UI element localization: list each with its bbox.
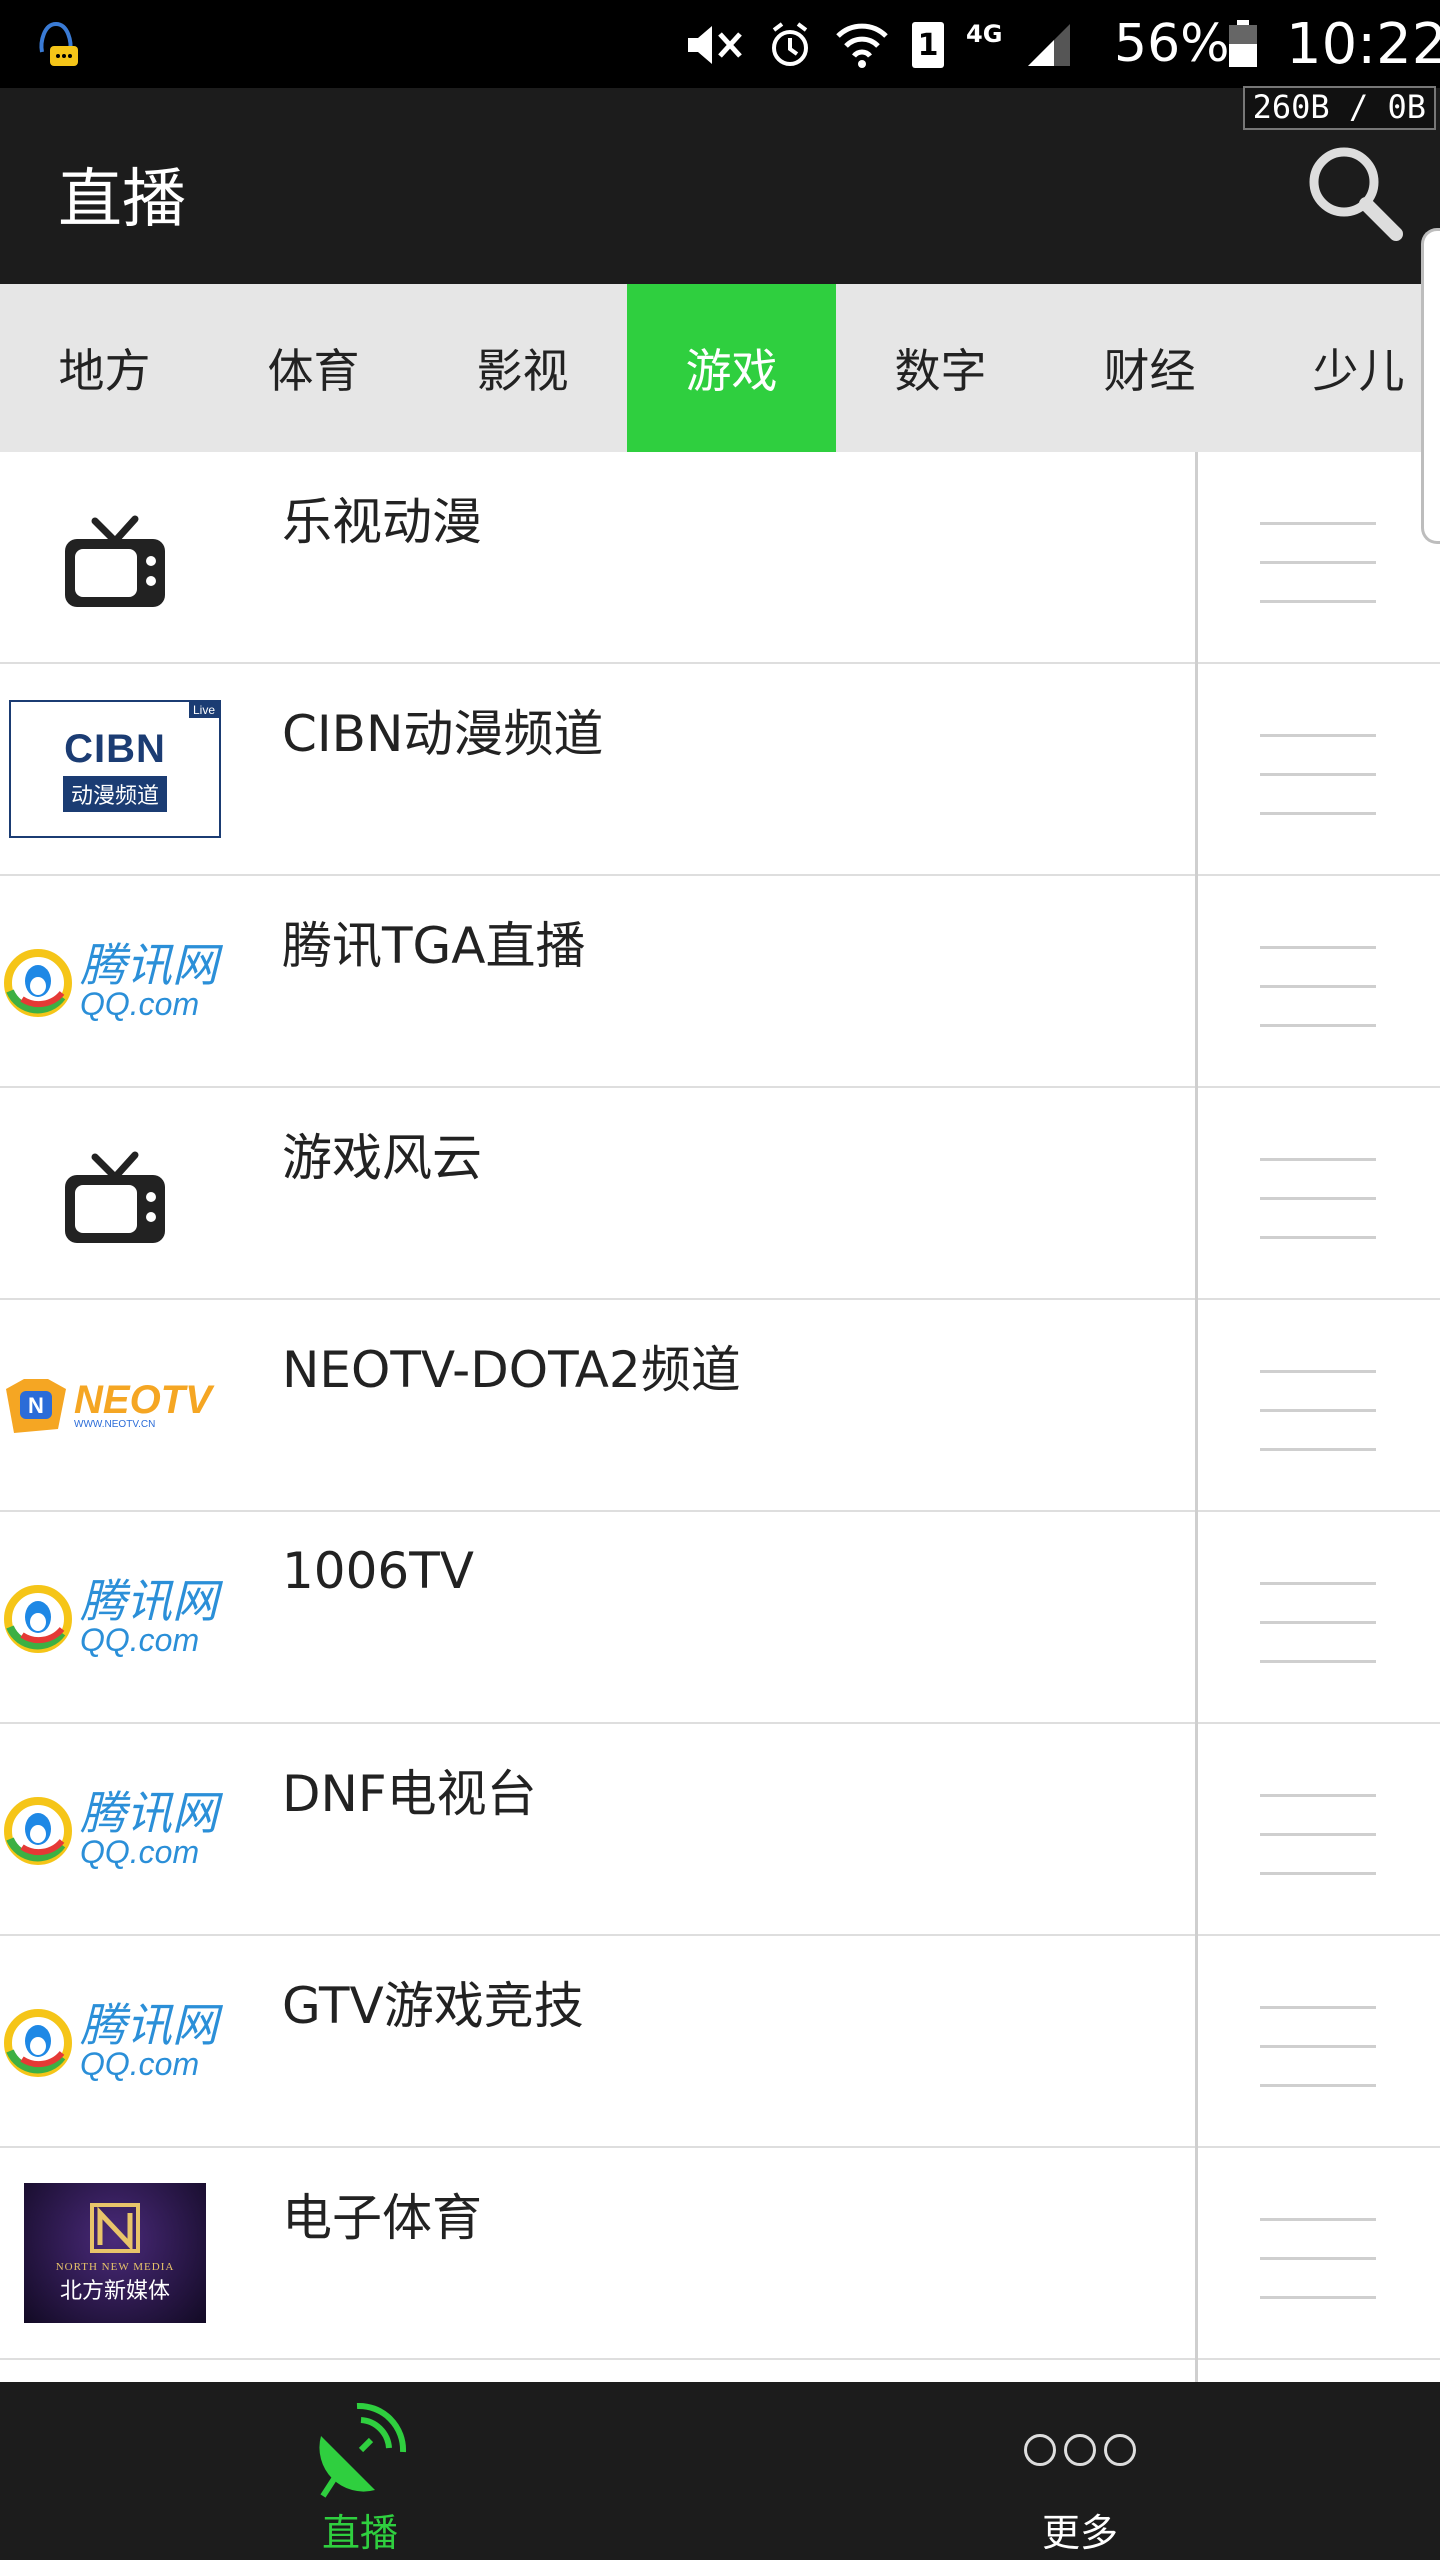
program-list-icon[interactable]	[1260, 2006, 1376, 2087]
program-list-icon[interactable]	[1260, 1370, 1376, 1451]
qq-logo: 腾讯网 QQ.com	[0, 1790, 230, 1868]
qq-logo: 腾讯网 QQ.com	[0, 942, 230, 1020]
channel-row[interactable]: N NEOTV WWW.NEOTV.CN NEOTV-DOTA2频道	[0, 1300, 1440, 1512]
qq-notification-icon	[39, 21, 78, 66]
wifi-icon	[836, 23, 888, 68]
neotv-mascot-icon: N	[6, 1379, 66, 1433]
tv-icon	[65, 1151, 165, 1243]
mute-icon	[688, 26, 742, 64]
qq-logo: 腾讯网 QQ.com	[0, 1578, 230, 1656]
page-title: 直播	[58, 163, 186, 237]
satellite-dish-icon	[319, 2402, 407, 2498]
bottom-nav: 直播 更多	[0, 2382, 1440, 2560]
channel-name: DNF电视台	[282, 1765, 537, 1823]
channel-name: 1006TV	[282, 1542, 474, 1600]
nav-more[interactable]: 更多	[930, 2382, 1230, 2560]
tv-icon	[65, 515, 165, 607]
channel-logo: CIBN 动漫频道 Live	[0, 688, 230, 850]
alarm-icon	[772, 22, 808, 66]
program-list-icon[interactable]	[1260, 1158, 1376, 1239]
north-media-emblem-icon	[90, 2203, 140, 2253]
nav-more-label: 更多	[1041, 2511, 1118, 2555]
channel-name: NEOTV-DOTA2频道	[282, 1341, 741, 1399]
channel-row[interactable]: CIBN 动漫频道 Live CIBN动漫频道	[0, 664, 1440, 876]
list-divider	[1195, 452, 1198, 2382]
tab-2[interactable]: 影视	[418, 284, 627, 452]
battery-percent: 56%	[1114, 14, 1230, 74]
channel-name: GTV游戏竞技	[282, 1977, 584, 2035]
app-bar: 直播	[0, 88, 1440, 284]
tab-0[interactable]: 地方	[0, 284, 209, 452]
neotv-logo: N NEOTV WWW.NEOTV.CN	[0, 1369, 230, 1441]
qq-penguin-icon	[4, 2009, 72, 2077]
program-list-icon[interactable]	[1260, 734, 1376, 815]
channel-row[interactable]: 腾讯网 QQ.com 腾讯TGA直播	[0, 876, 1440, 1088]
program-list-icon[interactable]	[1260, 522, 1376, 603]
battery-icon	[1229, 20, 1257, 67]
qq-penguin-icon	[4, 1585, 72, 1653]
qq-penguin-icon	[4, 949, 72, 1017]
tab-4[interactable]: 数字	[836, 284, 1045, 452]
tab-6[interactable]: 少儿	[1254, 284, 1440, 452]
cibn-logo: CIBN 动漫频道 Live	[9, 700, 221, 838]
clock: 10:22	[1286, 12, 1440, 77]
search-icon[interactable]	[1300, 138, 1410, 248]
status-bar: 1 4G 56% 10:22	[0, 0, 1440, 88]
channel-name: 游戏风云	[282, 1129, 482, 1187]
program-list-icon[interactable]	[1260, 1582, 1376, 1663]
channel-row[interactable]: 乐视动漫	[0, 452, 1440, 664]
qq-penguin-icon	[4, 1797, 72, 1865]
channel-logo	[0, 476, 230, 638]
sim-slot-icon: 1	[912, 22, 944, 68]
network-type: 4G	[966, 20, 1003, 48]
channel-row[interactable]: 游戏风云	[0, 1088, 1440, 1300]
program-list-icon[interactable]	[1260, 2218, 1376, 2299]
category-tabs: 地方 体育 影视 游戏 数字 财经 少儿	[0, 284, 1440, 452]
qq-logo: 腾讯网 QQ.com	[0, 2002, 230, 2080]
channel-name: 电子体育	[282, 2189, 482, 2247]
channel-row[interactable]: 腾讯网 QQ.com GTV游戏竞技	[0, 1936, 1440, 2148]
channel-name: 乐视动漫	[282, 493, 482, 551]
tab-1[interactable]: 体育	[209, 284, 418, 452]
svg-text:N: N	[28, 1393, 44, 1418]
channel-row[interactable]: 腾讯网 QQ.com 1006TV	[0, 1512, 1440, 1724]
channel-list: 乐视动漫 CIBN 动漫频道 Live CIBN动漫频道腾讯网 QQ.com 腾讯TGA直播…	[0, 452, 1440, 2382]
channel-logo: N NEOTV WWW.NEOTV.CN	[0, 1324, 230, 1486]
channel-logo: 腾讯网 QQ.com	[0, 1748, 230, 1910]
channel-logo: NORTH NEW MEDIA 北方新媒体	[0, 2172, 230, 2334]
channel-name: CIBN动漫频道	[282, 705, 604, 763]
channel-name: 腾讯TGA直播	[282, 917, 586, 975]
channel-logo: 腾讯网 QQ.com	[0, 900, 230, 1062]
channel-logo: 腾讯网 QQ.com	[0, 1536, 230, 1698]
north-media-logo: NORTH NEW MEDIA 北方新媒体	[24, 2183, 206, 2323]
program-list-icon[interactable]	[1260, 946, 1376, 1027]
tab-5[interactable]: 财经	[1045, 284, 1254, 452]
nav-live[interactable]: 直播	[210, 2382, 510, 2560]
channel-logo: 腾讯网 QQ.com	[0, 1960, 230, 2122]
nav-live-label: 直播	[321, 2511, 398, 2555]
channel-row[interactable]: 腾讯网 QQ.com DNF电视台	[0, 1724, 1440, 1936]
more-icon	[1024, 2434, 1136, 2466]
net-speed-indicator: 260B / 0B	[1242, 86, 1436, 130]
tab-3[interactable]: 游戏	[627, 284, 836, 452]
program-list-icon[interactable]	[1260, 1794, 1376, 1875]
signal-icon	[1028, 24, 1071, 66]
channel-logo	[0, 1112, 230, 1274]
channel-row[interactable]: NORTH NEW MEDIA 北方新媒体 电子体育	[0, 2148, 1440, 2360]
